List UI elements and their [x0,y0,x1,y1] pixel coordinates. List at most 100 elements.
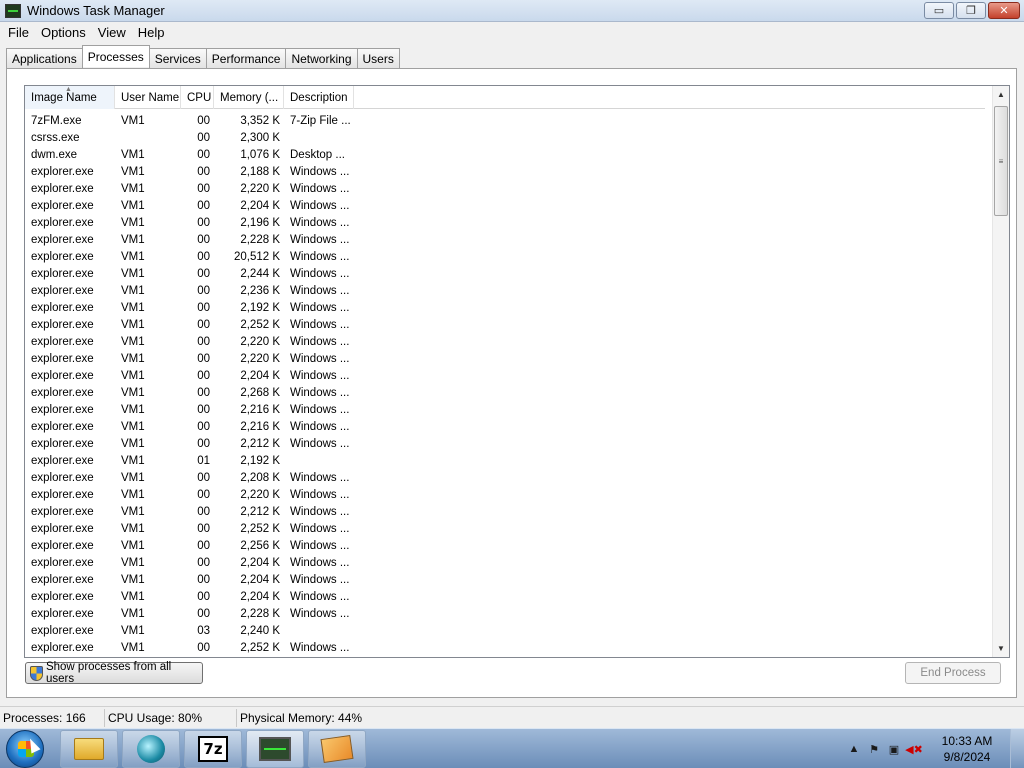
table-row[interactable]: explorer.exe VM1 00 20,512 K Windows ... [25,248,985,265]
process-description: Windows ... [290,488,350,501]
process-name: explorer.exe [31,301,94,314]
process-cpu: 00 [197,420,210,433]
table-row[interactable]: explorer.exe VM1 00 2,228 K Windows ... [25,231,985,248]
table-row[interactable]: explorer.exe VM1 00 2,208 K Windows ... [25,469,985,486]
table-row[interactable]: explorer.exe VM1 03 2,240 K [25,622,985,639]
table-row[interactable]: explorer.exe VM1 00 2,204 K Windows ... [25,197,985,214]
process-cpu: 00 [197,352,210,365]
table-row[interactable]: explorer.exe VM1 00 2,252 K Windows ... [25,639,985,656]
process-name: explorer.exe [31,522,94,535]
table-row[interactable]: explorer.exe VM1 00 2,212 K Windows ... [25,435,985,452]
table-row[interactable]: explorer.exe VM1 00 2,196 K Windows ... [25,214,985,231]
table-row[interactable]: explorer.exe VM1 00 2,236 K Windows ... [25,282,985,299]
table-row[interactable]: explorer.exe VM1 00 2,244 K Windows ... [25,265,985,282]
folder-icon [74,738,104,760]
menu-help[interactable]: Help [132,25,171,40]
status-processes: Processes: 166 [0,708,105,727]
status-memory: Physical Memory: 44% [240,710,363,725]
process-cpu: 00 [197,199,210,212]
table-row[interactable]: explorer.exe VM1 00 2,220 K Windows ... [25,350,985,367]
tab-users[interactable]: Users [356,48,400,68]
process-cpu: 00 [197,403,210,416]
process-user: VM1 [121,573,145,586]
scroll-thumb[interactable]: ≡ [994,106,1008,216]
process-user: VM1 [121,522,145,535]
process-list[interactable]: ▲ Image Name User Name CPU Memory (... D… [24,85,1010,658]
table-row[interactable]: explorer.exe VM1 00 2,212 K Windows ... [25,503,985,520]
scroll-down-icon[interactable]: ▼ [993,640,1009,657]
table-row[interactable]: 7zFM.exe VM1 00 3,352 K 7-Zip File ... [25,112,985,129]
table-row[interactable]: explorer.exe VM1 00 2,204 K Windows ... [25,367,985,384]
table-row[interactable]: explorer.exe VM1 00 2,268 K Windows ... [25,384,985,401]
column-memory[interactable]: Memory (... [214,86,284,109]
tab-applications[interactable]: Applications [6,48,83,68]
vertical-scrollbar[interactable]: ▲ ≡ ▼ [992,86,1009,657]
minimize-button[interactable]: ▭ [924,2,954,19]
table-row[interactable]: explorer.exe VM1 00 2,204 K Windows ... [25,554,985,571]
table-row[interactable]: dwm.exe VM1 00 1,076 K Desktop ... [25,146,985,163]
process-cpu: 00 [197,114,210,127]
tab-processes[interactable]: Processes [81,45,150,67]
process-user: VM1 [121,471,145,484]
show-all-users-button[interactable]: Show processes from all users [25,661,203,685]
table-row[interactable]: explorer.exe VM1 00 2,252 K Windows ... [25,520,985,537]
column-description[interactable]: Description [284,86,354,109]
volume-muted-icon[interactable]: ◀✖ [904,743,924,756]
close-button[interactable]: ✕ [988,2,1020,19]
process-name: explorer.exe [31,471,94,484]
table-row[interactable]: explorer.exe VM1 00 2,216 K Windows ... [25,418,985,435]
process-user: VM1 [121,165,145,178]
process-memory: 2,212 K [240,505,280,518]
menu-file[interactable]: File [2,25,35,40]
network-icon[interactable]: ▣ [884,743,904,756]
table-row[interactable]: explorer.exe VM1 00 2,192 K Windows ... [25,299,985,316]
taskbar-task-manager[interactable] [246,730,304,768]
menu-view[interactable]: View [92,25,132,40]
table-row[interactable]: explorer.exe VM1 00 2,252 K Windows ... [25,316,985,333]
table-row[interactable]: explorer.exe VM1 00 2,188 K Windows ... [25,163,985,180]
table-row[interactable]: explorer.exe VM1 00 2,228 K Windows ... [25,605,985,622]
action-center-flag-icon[interactable]: ⚑ [864,743,884,756]
process-description: Windows ... [290,352,350,365]
process-name: csrss.exe [31,131,80,144]
show-hidden-icons-icon[interactable]: ▲ [844,743,864,755]
process-name: 7zFM.exe [31,114,82,127]
process-description: Desktop ... [290,148,345,161]
taskbar-image-viewer[interactable] [308,730,366,768]
table-row[interactable]: explorer.exe VM1 00 2,220 K Windows ... [25,333,985,350]
process-memory: 2,196 K [240,216,280,229]
tab-services[interactable]: Services [148,48,207,68]
tab-networking[interactable]: Networking [285,48,358,68]
process-user: VM1 [121,403,145,416]
column-user-name[interactable]: User Name [115,86,181,109]
clock[interactable]: 10:33 AM 9/8/2024 [924,733,1010,765]
process-name: explorer.exe [31,267,94,280]
maximize-button[interactable]: ❐ [956,2,986,19]
taskbar-7zip[interactable]: 7z [184,730,242,768]
table-row[interactable]: explorer.exe VM1 00 2,256 K Windows ... [25,537,985,554]
scroll-up-icon[interactable]: ▲ [993,86,1009,103]
taskbar-media-app[interactable] [122,730,180,768]
end-process-button[interactable]: End Process [905,662,1001,684]
process-memory: 2,256 K [240,539,280,552]
table-row[interactable]: explorer.exe VM1 00 2,216 K Windows ... [25,401,985,418]
process-user: VM1 [121,641,145,654]
process-user: VM1 [121,386,145,399]
tab-performance[interactable]: Performance [205,48,287,68]
process-memory: 2,252 K [240,318,280,331]
show-desktop-button[interactable] [1010,729,1024,768]
table-row[interactable]: explorer.exe VM1 00 2,220 K Windows ... [25,180,985,197]
table-row[interactable]: explorer.exe VM1 00 2,204 K Windows ... [25,588,985,605]
process-description: Windows ... [290,233,350,246]
menu-options[interactable]: Options [35,25,92,40]
table-row[interactable]: explorer.exe VM1 01 2,192 K [25,452,985,469]
taskbar-windows-explorer[interactable] [60,730,118,768]
column-cpu[interactable]: CPU [181,86,214,109]
table-row[interactable]: explorer.exe VM1 00 2,204 K Windows ... [25,571,985,588]
process-cpu: 00 [197,488,210,501]
process-name: explorer.exe [31,199,94,212]
table-row[interactable]: explorer.exe VM1 00 2,220 K Windows ... [25,486,985,503]
process-cpu: 00 [197,556,210,569]
column-image-name[interactable]: ▲ Image Name [25,86,115,109]
table-row[interactable]: csrss.exe 00 2,300 K [25,129,985,146]
